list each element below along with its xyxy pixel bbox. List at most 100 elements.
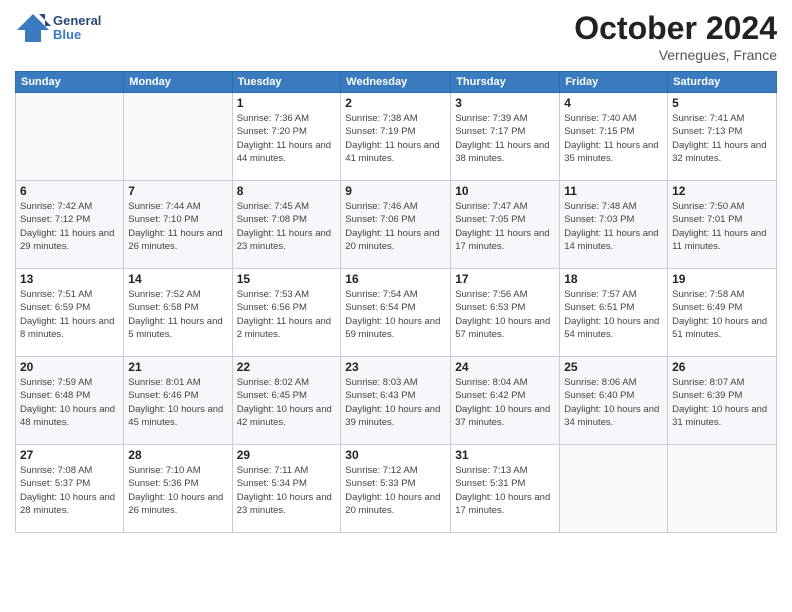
day-info: Sunrise: 7:41 AMSunset: 7:13 PMDaylight:… xyxy=(672,112,772,165)
logo: General Blue xyxy=(15,10,101,46)
calendar-cell: 6Sunrise: 7:42 AMSunset: 7:12 PMDaylight… xyxy=(16,181,124,269)
day-number: 1 xyxy=(237,96,337,110)
header-saturday: Saturday xyxy=(668,72,777,93)
calendar-cell: 17 Sunrise: 7:56 AMSunset: 6:53 PMDayligh… xyxy=(451,269,560,357)
calendar-cell: 23 Sunrise: 8:03 AMSunset: 6:43 PMDayligh… xyxy=(341,357,451,445)
calendar-cell: 9 Sunrise: 7:46 AMSunset: 7:06 PMDaylight… xyxy=(341,181,451,269)
calendar-cell: 22 Sunrise: 8:02 AMSunset: 6:45 PMDayligh… xyxy=(232,357,341,445)
header: General Blue October 2024 Vernegues, Fra… xyxy=(15,10,777,63)
day-info: Sunrise: 8:04 AMSunset: 6:42 PMDaylight:… xyxy=(455,376,555,429)
day-number: 15 xyxy=(237,272,337,286)
day-number: 5 xyxy=(672,96,772,110)
calendar-cell: 1 Sunrise: 7:36 AMSunset: 7:20 PMDaylight… xyxy=(232,93,341,181)
calendar-cell: 4Sunrise: 7:40 AMSunset: 7:15 PMDaylight… xyxy=(560,93,668,181)
calendar-cell: 8Sunrise: 7:45 AMSunset: 7:08 PMDaylight… xyxy=(232,181,341,269)
calendar-cell: 16 Sunrise: 7:54 AMSunset: 6:54 PMDayligh… xyxy=(341,269,451,357)
day-number: 20 xyxy=(20,360,119,374)
day-info: Sunrise: 7:08 AMSunset: 5:37 PMDaylight:… xyxy=(20,464,119,517)
day-info: Sunrise: 7:56 AMSunset: 6:53 PMDaylight:… xyxy=(455,288,555,341)
day-number: 14 xyxy=(128,272,227,286)
day-info: Sunrise: 7:46 AMSunset: 7:06 PMDaylight:… xyxy=(345,200,446,253)
calendar-cell xyxy=(124,93,232,181)
day-number: 4 xyxy=(564,96,663,110)
calendar-cell: 19Sunrise: 7:58 AMSunset: 6:49 PMDayligh… xyxy=(668,269,777,357)
calendar-week-row: 6Sunrise: 7:42 AMSunset: 7:12 PMDaylight… xyxy=(16,181,777,269)
day-number: 31 xyxy=(455,448,555,462)
day-info: Sunrise: 8:06 AMSunset: 6:40 PMDaylight:… xyxy=(564,376,663,429)
calendar-week-row: 1 Sunrise: 7:36 AMSunset: 7:20 PMDaylight… xyxy=(16,93,777,181)
day-number: 18 xyxy=(564,272,663,286)
day-info: Sunrise: 8:01 AMSunset: 6:46 PMDaylight:… xyxy=(128,376,227,429)
calendar-cell: 24Sunrise: 8:04 AMSunset: 6:42 PMDayligh… xyxy=(451,357,560,445)
calendar-cell: 13 Sunrise: 7:51 AMSunset: 6:59 PMDayligh… xyxy=(16,269,124,357)
day-info: Sunrise: 7:47 AMSunset: 7:05 PMDaylight:… xyxy=(455,200,555,253)
calendar-week-row: 27Sunrise: 7:08 AMSunset: 5:37 PMDayligh… xyxy=(16,445,777,533)
day-number: 25 xyxy=(564,360,663,374)
day-info: Sunrise: 7:11 AMSunset: 5:34 PMDaylight:… xyxy=(237,464,337,517)
day-info: Sunrise: 7:54 AMSunset: 6:54 PMDaylight:… xyxy=(345,288,446,341)
calendar-header-row: Sunday Monday Tuesday Wednesday Thursday… xyxy=(16,72,777,93)
day-number: 17 xyxy=(455,272,555,286)
day-info: Sunrise: 7:51 AMSunset: 6:59 PMDaylight:… xyxy=(20,288,119,341)
calendar-week-row: 13 Sunrise: 7:51 AMSunset: 6:59 PMDayligh… xyxy=(16,269,777,357)
calendar-cell: 28 Sunrise: 7:10 AMSunset: 5:36 PMDayligh… xyxy=(124,445,232,533)
day-number: 30 xyxy=(345,448,446,462)
calendar-cell: 21 Sunrise: 8:01 AMSunset: 6:46 PMDayligh… xyxy=(124,357,232,445)
header-sunday: Sunday xyxy=(16,72,124,93)
page-container: General Blue October 2024 Vernegues, Fra… xyxy=(0,0,792,612)
day-number: 9 xyxy=(345,184,446,198)
header-tuesday: Tuesday xyxy=(232,72,341,93)
calendar-cell: 3 Sunrise: 7:39 AMSunset: 7:17 PMDaylight… xyxy=(451,93,560,181)
calendar-cell: 14 Sunrise: 7:52 AMSunset: 6:58 PMDayligh… xyxy=(124,269,232,357)
day-info: Sunrise: 8:03 AMSunset: 6:43 PMDaylight:… xyxy=(345,376,446,429)
day-info: Sunrise: 7:38 AMSunset: 7:19 PMDaylight:… xyxy=(345,112,446,165)
day-number: 28 xyxy=(128,448,227,462)
day-info: Sunrise: 7:39 AMSunset: 7:17 PMDaylight:… xyxy=(455,112,555,165)
day-info: Sunrise: 7:48 AMSunset: 7:03 PMDaylight:… xyxy=(564,200,663,253)
calendar-cell: 5 Sunrise: 7:41 AMSunset: 7:13 PMDaylight… xyxy=(668,93,777,181)
day-info: Sunrise: 7:53 AMSunset: 6:56 PMDaylight:… xyxy=(237,288,337,341)
calendar-cell: 10Sunrise: 7:47 AMSunset: 7:05 PMDayligh… xyxy=(451,181,560,269)
header-wednesday: Wednesday xyxy=(341,72,451,93)
day-info: Sunrise: 7:58 AMSunset: 6:49 PMDaylight:… xyxy=(672,288,772,341)
calendar-cell: 7 Sunrise: 7:44 AMSunset: 7:10 PMDaylight… xyxy=(124,181,232,269)
day-info: Sunrise: 8:02 AMSunset: 6:45 PMDaylight:… xyxy=(237,376,337,429)
day-info: Sunrise: 7:10 AMSunset: 5:36 PMDaylight:… xyxy=(128,464,227,517)
day-number: 11 xyxy=(564,184,663,198)
calendar-cell: 27Sunrise: 7:08 AMSunset: 5:37 PMDayligh… xyxy=(16,445,124,533)
day-info: Sunrise: 7:45 AMSunset: 7:08 PMDaylight:… xyxy=(237,200,337,253)
header-friday: Friday xyxy=(560,72,668,93)
month-title: October 2024 xyxy=(574,10,777,47)
day-info: Sunrise: 7:44 AMSunset: 7:10 PMDaylight:… xyxy=(128,200,227,253)
day-number: 29 xyxy=(237,448,337,462)
day-number: 12 xyxy=(672,184,772,198)
day-number: 21 xyxy=(128,360,227,374)
day-number: 13 xyxy=(20,272,119,286)
header-thursday: Thursday xyxy=(451,72,560,93)
day-number: 2 xyxy=(345,96,446,110)
day-number: 22 xyxy=(237,360,337,374)
calendar-week-row: 20 Sunrise: 7:59 AMSunset: 6:48 PMDayligh… xyxy=(16,357,777,445)
day-number: 26 xyxy=(672,360,772,374)
day-info: Sunrise: 7:12 AMSunset: 5:33 PMDaylight:… xyxy=(345,464,446,517)
day-number: 3 xyxy=(455,96,555,110)
calendar-cell xyxy=(16,93,124,181)
calendar-cell: 31Sunrise: 7:13 AMSunset: 5:31 PMDayligh… xyxy=(451,445,560,533)
day-info: Sunrise: 7:36 AMSunset: 7:20 PMDaylight:… xyxy=(237,112,337,165)
day-number: 7 xyxy=(128,184,227,198)
day-info: Sunrise: 7:57 AMSunset: 6:51 PMDaylight:… xyxy=(564,288,663,341)
location: Vernegues, France xyxy=(574,47,777,63)
calendar-cell xyxy=(560,445,668,533)
title-area: October 2024 Vernegues, France xyxy=(574,10,777,63)
day-info: Sunrise: 8:07 AMSunset: 6:39 PMDaylight:… xyxy=(672,376,772,429)
calendar-cell: 18 Sunrise: 7:57 AMSunset: 6:51 PMDayligh… xyxy=(560,269,668,357)
logo-blue-text: Blue xyxy=(53,28,101,42)
day-info: Sunrise: 7:50 AMSunset: 7:01 PMDaylight:… xyxy=(672,200,772,253)
day-number: 6 xyxy=(20,184,119,198)
calendar-cell: 29 Sunrise: 7:11 AMSunset: 5:34 PMDayligh… xyxy=(232,445,341,533)
day-info: Sunrise: 7:52 AMSunset: 6:58 PMDaylight:… xyxy=(128,288,227,341)
day-info: Sunrise: 7:59 AMSunset: 6:48 PMDaylight:… xyxy=(20,376,119,429)
day-number: 16 xyxy=(345,272,446,286)
calendar-cell: 11 Sunrise: 7:48 AMSunset: 7:03 PMDayligh… xyxy=(560,181,668,269)
day-number: 23 xyxy=(345,360,446,374)
